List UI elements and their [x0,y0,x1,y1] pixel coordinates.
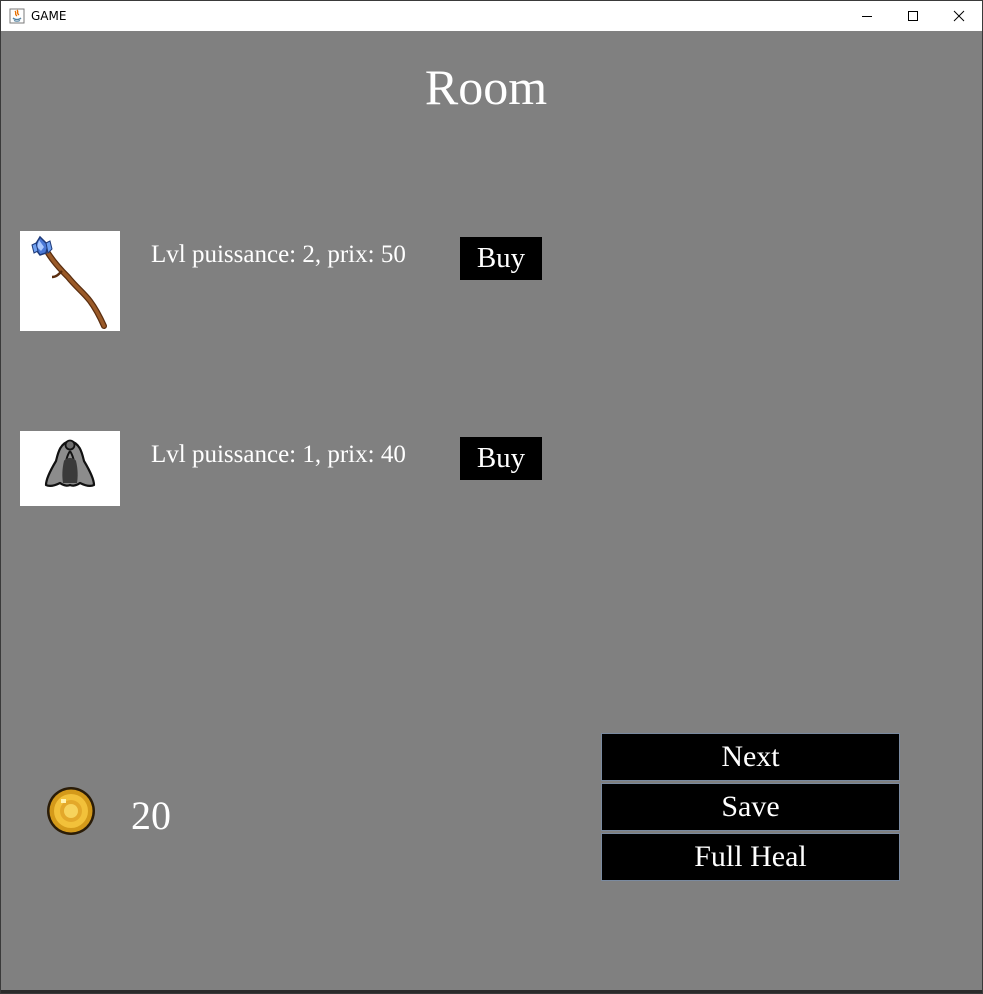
next-button[interactable]: Next [601,733,900,781]
java-app-icon [9,8,25,24]
shop-item: Lvl puissance: 1, prix: 40 Buy [1,431,601,507]
gold-amount: 20 [131,793,171,838]
window-title: GAME [31,9,67,23]
item-description: Lvl puissance: 2, prix: 50 [151,241,406,268]
action-menu: Next Save Full Heal [601,733,900,883]
close-icon [953,10,965,22]
cloak-icon [20,431,120,506]
maximize-icon [908,11,918,21]
save-button[interactable]: Save [601,783,900,831]
window-bottom-edge [1,990,982,993]
title-bar: GAME [1,1,982,31]
gold-coin-icon [47,787,95,835]
room-title: Room [424,59,548,115]
full-heal-button[interactable]: Full Heal [601,833,900,881]
buy-button[interactable]: Buy [460,237,542,280]
buy-button[interactable]: Buy [460,437,542,480]
shop-item: Lvl puissance: 2, prix: 50 Buy [1,231,601,331]
maximize-button[interactable] [890,1,936,31]
crystal-staff-icon [20,231,120,331]
game-window: GAME Room Lvl puissance: 2, prix: 50 Buy… [0,0,983,994]
close-button[interactable] [936,1,982,31]
minimize-icon [862,16,872,17]
minimize-button[interactable] [844,1,890,31]
game-panel: Room Lvl puissance: 2, prix: 50 Buy Lvl … [1,31,982,993]
item-description: Lvl puissance: 1, prix: 40 [151,441,406,468]
